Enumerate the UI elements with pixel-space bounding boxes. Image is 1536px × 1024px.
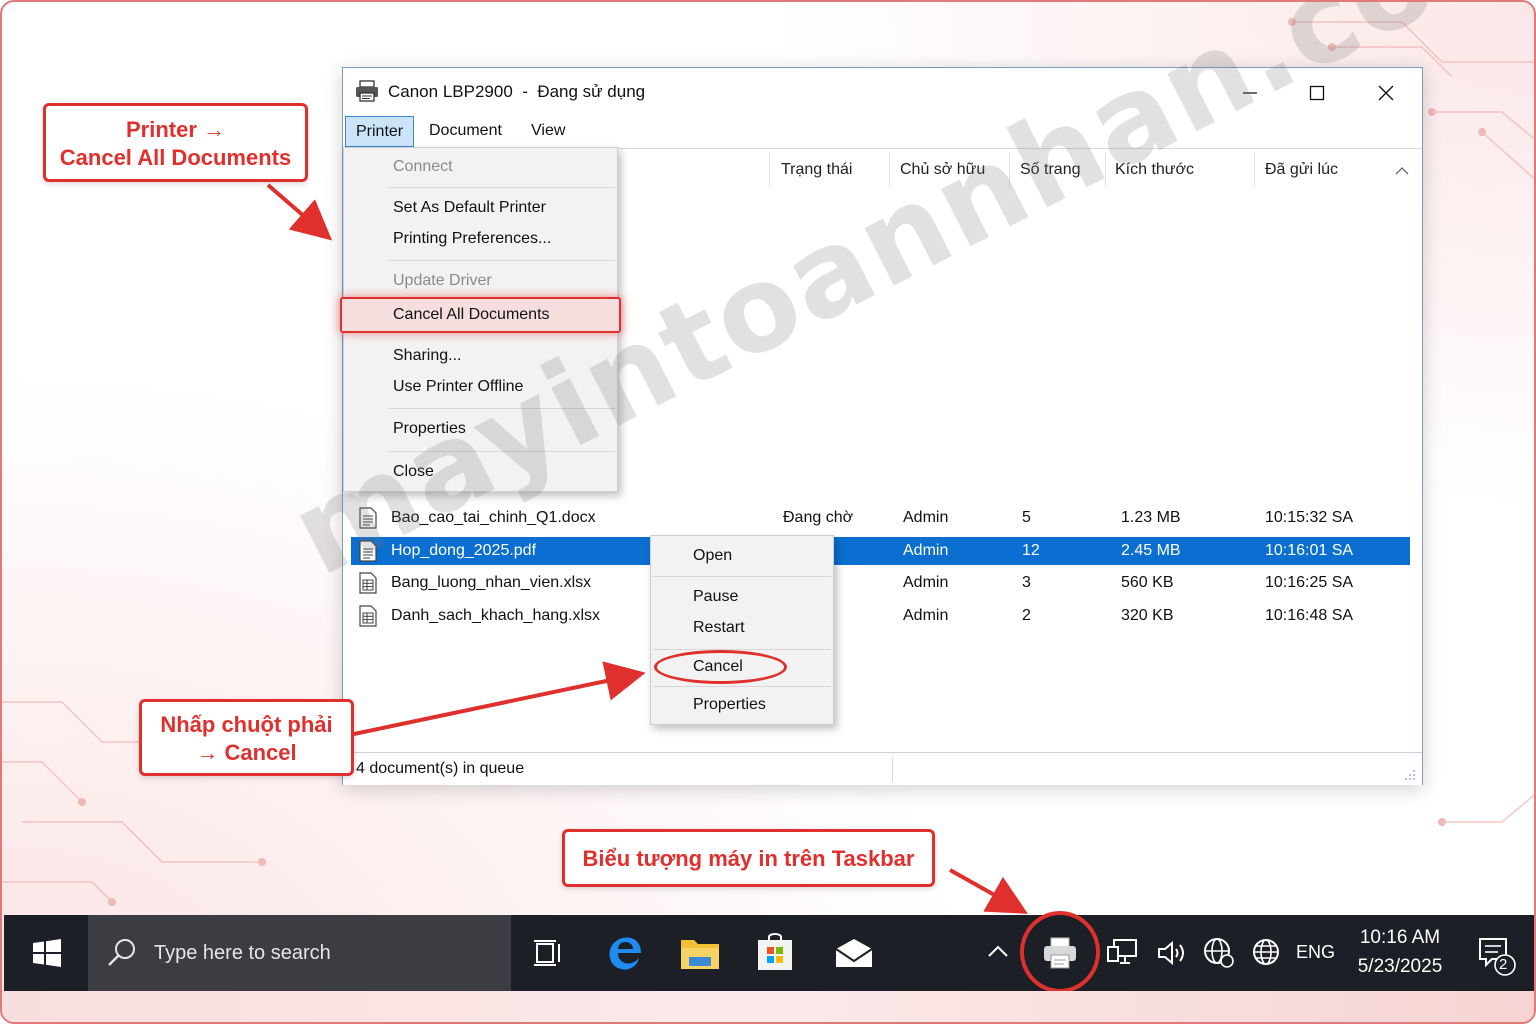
arrow-to-printer-menu	[266, 183, 333, 241]
arrow-to-taskbar-printer	[949, 868, 1028, 914]
callout-line: Cancel All Documents	[59, 145, 292, 170]
chevron-up-icon[interactable]	[987, 944, 1009, 958]
store-icon[interactable]	[756, 931, 794, 971]
clock-time[interactable]: 10:16 AM	[1334, 927, 1466, 949]
clock-date[interactable]: 5/23/2025	[1334, 956, 1466, 978]
arrow-to-cancel	[353, 661, 646, 736]
edge-icon[interactable]	[606, 934, 644, 972]
notification-count: 2	[1499, 956, 1508, 973]
mail-icon[interactable]	[834, 937, 874, 969]
callout-printer-menu: Printer → Cancel All Documents	[43, 103, 308, 182]
search-box[interactable]: Type here to search	[88, 915, 511, 991]
network-icon[interactable]	[1106, 938, 1138, 968]
callout-line: Biểu tượng máy in trên Taskbar	[582, 846, 915, 871]
page-frame: Canon LBP2900 - Đang sử dụng Printer Doc…	[0, 0, 1536, 1024]
callout-right-click: Nhấp chuột phải → Cancel	[139, 699, 354, 776]
callout-line: Nhấp chuột phải	[160, 712, 333, 737]
search-placeholder: Type here to search	[154, 942, 331, 964]
taskbar-printer-highlight-ring	[1020, 911, 1100, 993]
callout-line: → Cancel	[196, 740, 297, 765]
search-icon	[108, 939, 135, 966]
callout-line: Printer →	[125, 117, 226, 142]
globe-settings-icon[interactable]	[1203, 937, 1235, 969]
callout-taskbar-printer: Biểu tượng máy in trên Taskbar	[562, 829, 935, 887]
volume-icon[interactable]	[1156, 939, 1188, 967]
bottom-decoration	[2, 991, 1534, 1022]
windows-logo-icon[interactable]	[33, 939, 61, 967]
notification-icon[interactable]	[1478, 937, 1518, 977]
task-view-icon[interactable]	[533, 939, 563, 967]
file-explorer-icon[interactable]	[680, 936, 720, 970]
taskbar: Type here to search ENG 10:16 AM 5/23/20…	[4, 911, 1534, 993]
globe-icon[interactable]	[1251, 937, 1281, 967]
language-indicator[interactable]: ENG	[1296, 942, 1335, 963]
